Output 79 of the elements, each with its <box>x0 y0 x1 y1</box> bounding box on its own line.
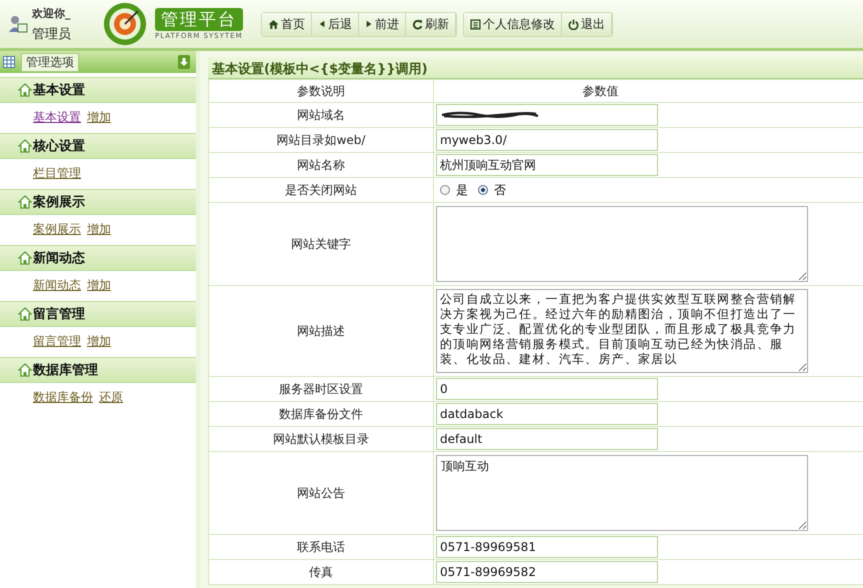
section-header[interactable]: 留言管理 <box>0 301 196 327</box>
sidebar-link[interactable]: 增加 <box>87 277 111 297</box>
sidebar-link[interactable]: 基本设置 <box>33 109 81 129</box>
radio-label: 是 <box>456 182 468 198</box>
table-cell: 是否关闭网站 <box>208 178 434 202</box>
nav-button[interactable]: 前进 <box>359 12 406 36</box>
sidebar-title: 管理选项 <box>21 52 79 72</box>
sidebar-link[interactable]: 增加 <box>87 333 111 353</box>
input-field[interactable]: 0 <box>436 378 658 400</box>
sidebar-link[interactable]: 增加 <box>87 221 111 241</box>
house-icon <box>18 251 32 265</box>
column-header: 参数值 <box>434 80 863 102</box>
table-icon <box>3 56 15 68</box>
input-field[interactable]: 0571-89969581 <box>436 536 658 558</box>
nav-button[interactable]: 首页 <box>262 12 312 36</box>
house-icon <box>18 307 32 321</box>
role-text: 管理员 <box>32 26 71 42</box>
text-area[interactable]: 顶响互动 <box>436 455 808 531</box>
section-title: 案例展示 <box>33 194 85 211</box>
section-header[interactable]: 基本设置 <box>0 77 196 103</box>
text-area[interactable] <box>436 206 808 282</box>
input-field[interactable]: myweb3.0/ <box>436 129 658 151</box>
list-icon <box>470 18 481 30</box>
power-icon <box>568 18 579 30</box>
table-cell: 传真 <box>208 560 434 584</box>
section-title: 新闻动态 <box>33 250 85 267</box>
section-title: 数据库管理 <box>33 362 98 379</box>
user-icon <box>8 14 28 34</box>
table-cell: 联系电话 <box>208 534 434 560</box>
section-title: 基本设置 <box>33 82 85 99</box>
input-field[interactable]: datdaback <box>436 403 658 425</box>
table-cell: 网站公告 <box>208 452 434 534</box>
left-triangle-icon <box>318 20 326 28</box>
nav-button[interactable]: 刷新 <box>406 12 456 36</box>
sidebar-link[interactable]: 案例展示 <box>33 221 81 241</box>
house-icon <box>18 139 32 153</box>
text-area[interactable]: 公司自成立以来，一直把为客户提供实效型互联网整合营销解决方案视为己任。经过六年的励精图治，顶响不但打造出了一支专业广泛、配置优化的专业型团队，而且形成了极具竞争力的顶响网络营销服务模式。目前顶响互动已经为快消品、服装、化妆品、建材、汽车、房产、家居以 <box>436 289 808 373</box>
column-header: 参数说明 <box>208 80 434 102</box>
refresh-icon <box>412 18 423 30</box>
sidebar-link[interactable]: 还原 <box>99 389 123 409</box>
table-cell: 网站名称 <box>208 152 434 178</box>
house-icon <box>18 195 32 209</box>
welcome-text: 欢迎你_ <box>32 6 71 20</box>
section-title: 留言管理 <box>33 306 85 323</box>
input-field[interactable] <box>436 104 658 126</box>
radio-button[interactable] <box>478 185 488 195</box>
input-field[interactable]: default <box>436 428 658 450</box>
table-cell: 网站描述 <box>208 286 434 376</box>
sidebar-link[interactable]: 新闻动态 <box>33 277 81 297</box>
table-cell: 网站默认模板目录 <box>208 426 434 452</box>
section-header[interactable]: 核心设置 <box>0 133 196 159</box>
input-field[interactable]: 杭州顶响互动官网 <box>436 154 658 176</box>
nav-button[interactable]: 个人信息修改 <box>464 12 562 36</box>
right-triangle-icon <box>365 20 373 28</box>
section-title: 核心设置 <box>33 138 85 155</box>
target-logo-icon <box>103 2 147 46</box>
home-icon <box>268 18 279 30</box>
table-cell: 服务器时区设置 <box>208 376 434 402</box>
table-cell: 数据库备份文件 <box>208 402 434 426</box>
table-cell: 网站域名 <box>208 102 434 128</box>
sidebar-link[interactable]: 留言管理 <box>33 333 81 353</box>
house-icon <box>18 363 32 377</box>
sidebar-link[interactable]: 栏目管理 <box>33 165 81 185</box>
house-icon <box>18 83 32 97</box>
input-field[interactable]: 0571-89969582 <box>436 561 658 583</box>
table-cell: 网站目录如web/ <box>208 128 434 152</box>
sidebar-link[interactable]: 数据库备份 <box>33 389 93 409</box>
radio-label: 否 <box>494 182 506 198</box>
logo-title: 管理平台 <box>155 8 243 31</box>
section-header[interactable]: 数据库管理 <box>0 357 196 383</box>
nav-button[interactable]: 后退 <box>312 12 359 36</box>
section-header[interactable]: 案例展示 <box>0 189 196 215</box>
table-cell: 网站关键字 <box>208 202 434 286</box>
radio-button[interactable] <box>440 185 450 195</box>
panel-title: 基本设置(模板中<{$变量名}}调用) <box>212 60 428 78</box>
sidebar-link[interactable]: 增加 <box>87 109 111 129</box>
section-header[interactable]: 新闻动态 <box>0 245 196 271</box>
down-arrow-icon[interactable] <box>178 55 190 69</box>
nav-button[interactable]: 退出 <box>562 12 612 36</box>
